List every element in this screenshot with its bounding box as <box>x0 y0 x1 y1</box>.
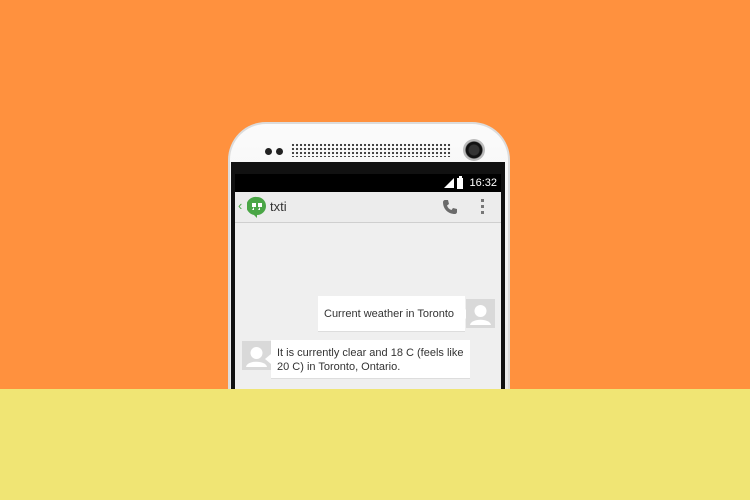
battery-icon <box>457 175 464 189</box>
speaker-grille <box>291 143 451 157</box>
message-list[interactable]: Current weather in Toronto It is current… <box>235 223 501 389</box>
incoming-message[interactable]: It is currently clear and 18 C (feels li… <box>265 340 470 378</box>
conversation-title: txti <box>270 199 287 214</box>
default-avatar-icon <box>466 299 495 328</box>
app-bar: ‹ txti <box>235 192 501 223</box>
phone-icon[interactable] <box>442 199 458 215</box>
background-yellow <box>0 389 750 500</box>
overflow-menu-icon[interactable] <box>481 199 485 215</box>
front-camera-icon <box>463 139 485 161</box>
back-icon[interactable]: ‹ <box>238 199 242 213</box>
outgoing-message[interactable]: Current weather in Toronto <box>318 296 471 331</box>
status-time: 16:32 <box>469 177 497 189</box>
phone-screen: 16:32 ‹ txti Current weather in Toronto <box>231 162 505 389</box>
hangouts-logo-icon[interactable] <box>247 196 267 218</box>
status-bar: 16:32 <box>235 174 501 192</box>
sensor-dots <box>265 148 285 156</box>
signal-icon <box>444 178 455 188</box>
